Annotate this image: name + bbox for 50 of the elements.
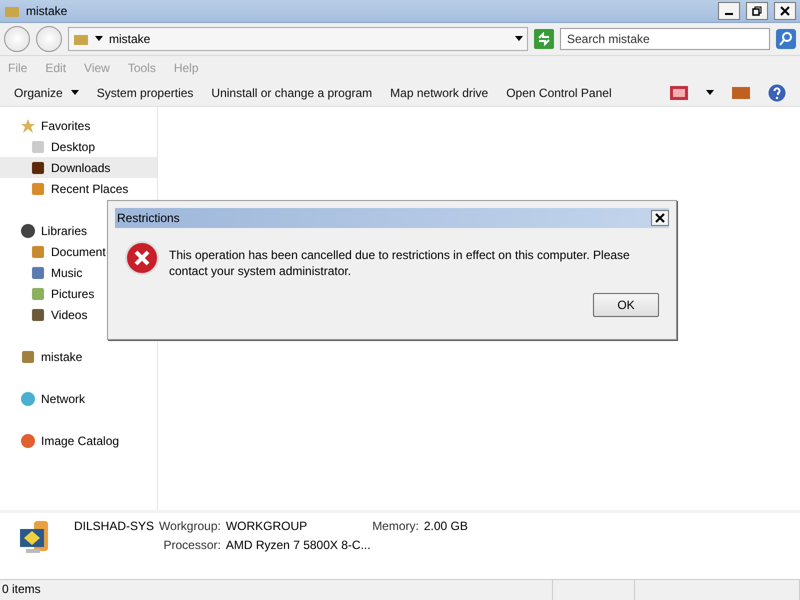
sidebar-item[interactable]: Favorites bbox=[0, 115, 157, 136]
toolbar-button[interactable]: System properties bbox=[96, 86, 194, 100]
sidebar-item[interactable]: Image Catalog bbox=[0, 430, 157, 451]
sidebar-item[interactable]: Music bbox=[0, 262, 157, 283]
item-count: 0 items bbox=[2, 582, 41, 596]
field-label: Memory: bbox=[371, 519, 419, 533]
toolbar-button[interactable]: Open Control Panel bbox=[506, 86, 612, 100]
back-button[interactable] bbox=[4, 26, 30, 52]
dialog-title: Restrictions bbox=[117, 211, 180, 225]
toolbar-button[interactable]: Uninstall or change a program bbox=[211, 86, 372, 100]
refresh-icon[interactable] bbox=[534, 29, 554, 49]
address-bar[interactable]: mistake bbox=[68, 27, 528, 51]
field-value: 2.00 GB bbox=[424, 519, 468, 533]
close-icon bbox=[780, 6, 790, 16]
minimize-button[interactable] bbox=[718, 2, 740, 20]
sidebar-item[interactable]: mistake bbox=[0, 346, 157, 367]
folder-icon bbox=[73, 32, 89, 46]
star-icon bbox=[20, 118, 36, 134]
sidebar-item[interactable]: Downloads bbox=[0, 157, 157, 178]
ok-button[interactable]: OK bbox=[593, 293, 659, 317]
caret-icon bbox=[515, 36, 523, 42]
caret-icon bbox=[95, 36, 103, 42]
window-title: mistake bbox=[26, 4, 68, 18]
search-field[interactable]: Search mistake bbox=[560, 28, 770, 50]
sidebar-item[interactable]: Recent Places bbox=[0, 178, 157, 199]
sidebar-item[interactable]: Document bbox=[0, 241, 157, 262]
field-value: WORKGROUP bbox=[226, 519, 308, 533]
minimize-icon bbox=[725, 13, 733, 15]
caret-icon[interactable] bbox=[706, 90, 714, 96]
field-value: AMD Ryzen 7 5800X 8-C... bbox=[226, 538, 372, 552]
folder-icon bbox=[4, 4, 20, 18]
field-label: Processor: bbox=[162, 538, 221, 552]
sidebar-item[interactable]: Pictures bbox=[0, 283, 157, 304]
close-button[interactable] bbox=[651, 210, 669, 226]
search-icon[interactable] bbox=[776, 29, 796, 49]
sidebar-item[interactable]: Network bbox=[0, 388, 157, 409]
help-icon[interactable] bbox=[768, 84, 786, 102]
field-label: Workgroup: bbox=[159, 519, 221, 533]
close-icon bbox=[655, 213, 665, 223]
error-message: This operation has been cancelled due to restrictions in effect on this computer. Please contact your system administrator. bbox=[169, 247, 631, 279]
restore-button[interactable] bbox=[746, 2, 768, 20]
computer-name: DILSHAD-SYS bbox=[74, 519, 154, 533]
sidebar-item[interactable]: Desktop bbox=[0, 136, 157, 157]
forward-button[interactable] bbox=[36, 26, 62, 52]
toolbar-button[interactable]: Organize bbox=[14, 86, 79, 100]
error-icon bbox=[125, 241, 159, 275]
restore-icon bbox=[752, 6, 762, 16]
toolbar-button[interactable]: Map network drive bbox=[390, 86, 488, 100]
close-button[interactable] bbox=[774, 2, 796, 20]
sidebar-item[interactable]: Videos bbox=[0, 304, 157, 325]
